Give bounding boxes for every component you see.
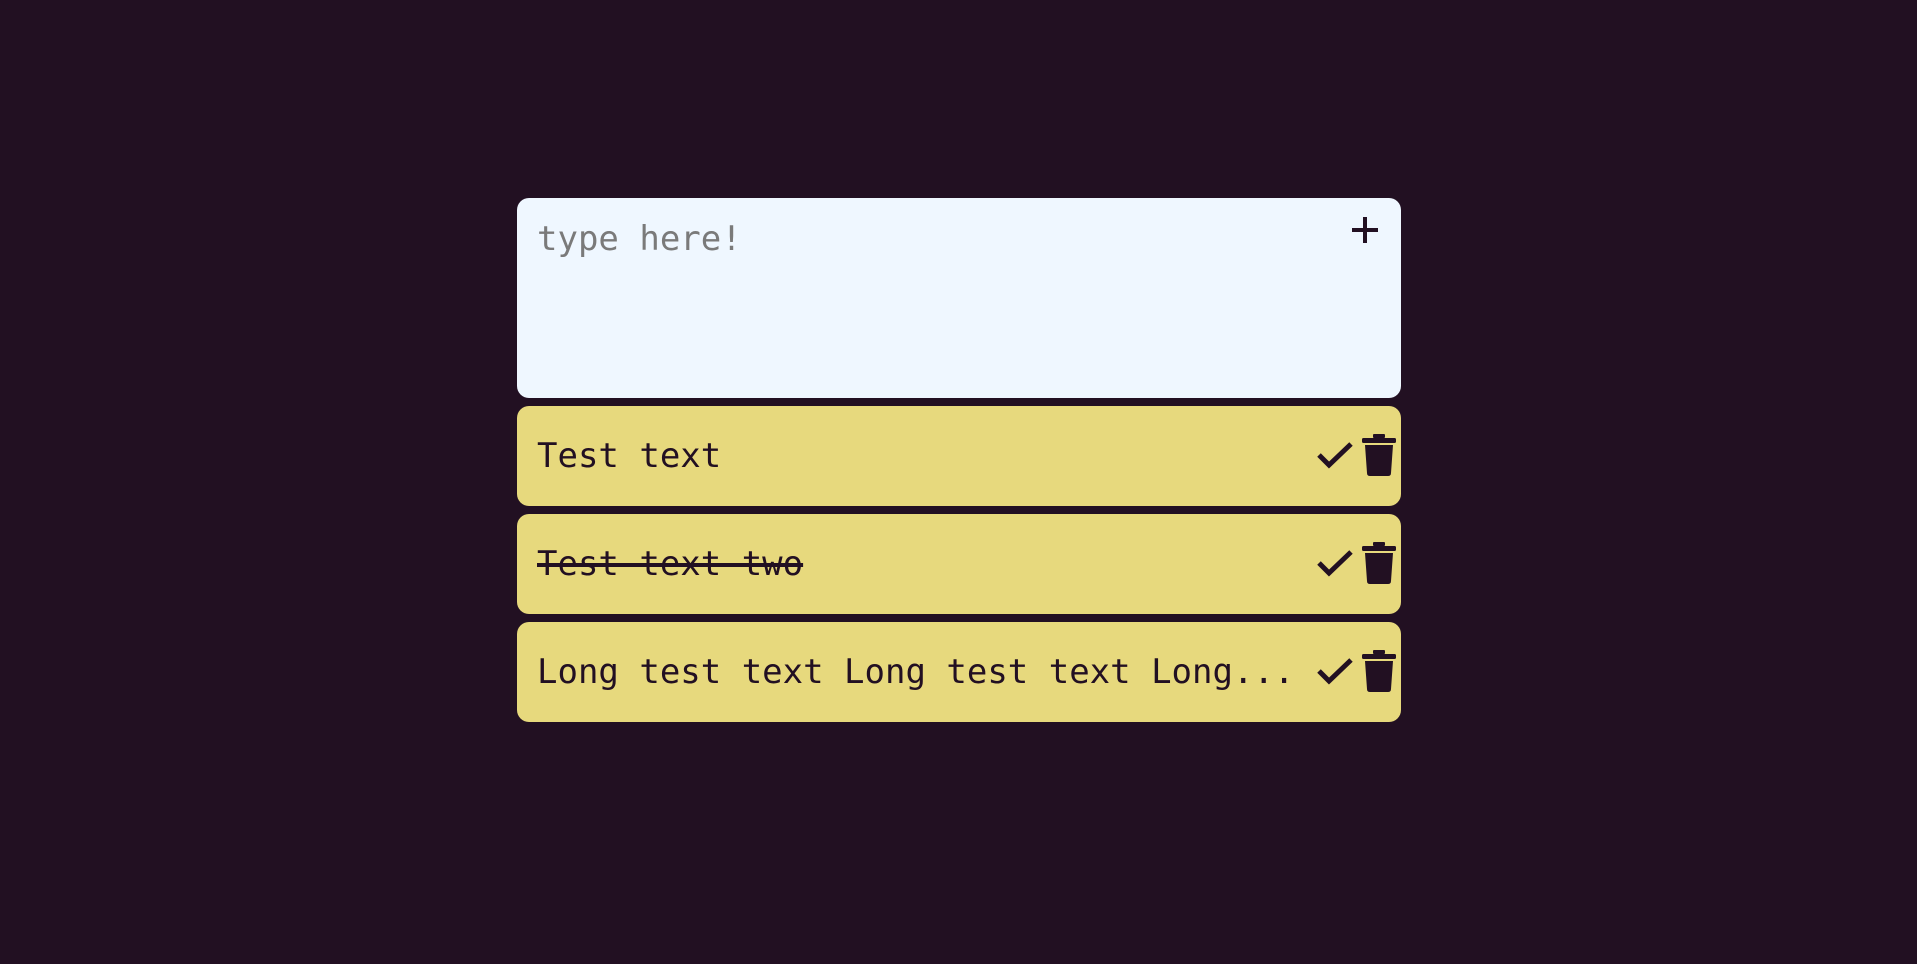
- todo-text: Test text: [537, 436, 722, 476]
- todo-text: Test text two: [537, 544, 804, 584]
- trash-icon: [1361, 541, 1397, 587]
- todo-input[interactable]: [517, 198, 1401, 398]
- trash-icon: [1361, 649, 1397, 695]
- todo-actions: [1315, 649, 1401, 695]
- check-icon: [1316, 440, 1354, 473]
- todo-text: Long test text Long test text Long...: [537, 652, 1295, 692]
- todo-list: Test text Test text two Long test text L…: [517, 406, 1401, 722]
- complete-button[interactable]: [1315, 649, 1355, 695]
- todo-actions: [1315, 541, 1401, 587]
- todo-actions: [1315, 433, 1401, 479]
- check-icon: [1316, 656, 1354, 689]
- todo-item: Test text two: [517, 514, 1401, 614]
- complete-button[interactable]: [1315, 433, 1355, 479]
- todo-app: Test text: [517, 198, 1401, 730]
- complete-button[interactable]: [1315, 541, 1355, 587]
- delete-button[interactable]: [1359, 433, 1399, 479]
- delete-button[interactable]: [1359, 541, 1399, 587]
- plus-icon: [1343, 217, 1387, 255]
- trash-icon: [1361, 433, 1397, 479]
- check-icon: [1316, 548, 1354, 581]
- todo-item: Long test text Long test text Long...: [517, 622, 1401, 722]
- todo-item: Test text: [517, 406, 1401, 506]
- delete-button[interactable]: [1359, 649, 1399, 695]
- todo-composer: [517, 198, 1401, 398]
- add-todo-button[interactable]: [1343, 208, 1387, 252]
